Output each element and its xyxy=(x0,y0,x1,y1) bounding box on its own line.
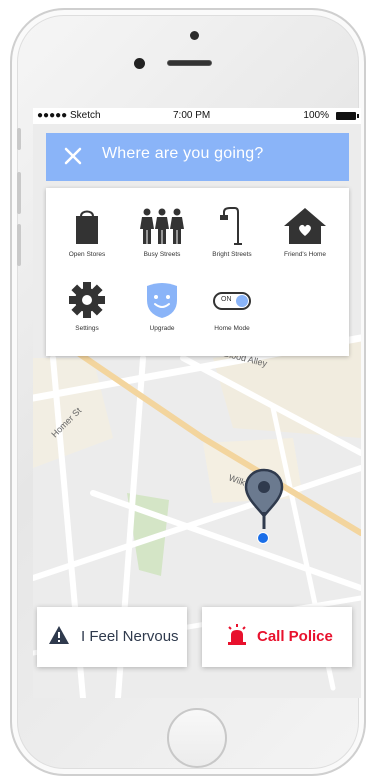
siren-icon xyxy=(228,624,246,645)
filter-open-stores[interactable]: Open Stores xyxy=(50,206,124,258)
toggle-knob xyxy=(236,295,248,307)
home-button[interactable] xyxy=(167,708,227,768)
earpiece-speaker xyxy=(167,60,212,66)
search-input[interactable]: Where are you going? xyxy=(102,145,263,163)
mute-switch xyxy=(17,128,21,150)
close-icon[interactable] xyxy=(60,143,86,169)
filter-label: Home Mode xyxy=(214,325,250,332)
status-bar: ●●●●● Sketch 7:00 PM 100% xyxy=(33,108,361,124)
gear-icon xyxy=(69,282,105,318)
filter-label: Open Stores xyxy=(68,251,106,258)
sensor-dot xyxy=(190,31,199,40)
volume-down-button xyxy=(17,224,21,266)
filter-panel: Open Stores Busy Streets Bright Streets … xyxy=(46,188,349,356)
filter-upgrade[interactable]: Upgrade xyxy=(125,280,199,332)
crowd-icon xyxy=(140,208,184,244)
app-screen: Homer St Wilkes St Blood Alley ●●●●● Ske… xyxy=(33,108,361,698)
feel-nervous-label: I Feel Nervous xyxy=(81,628,179,645)
toggle-state-label: ON xyxy=(221,296,232,303)
battery-icon xyxy=(336,112,359,120)
filter-busy-streets[interactable]: Busy Streets xyxy=(125,206,199,258)
filter-friends-home[interactable]: Friend's Home xyxy=(268,206,342,258)
filter-label: Settings xyxy=(75,325,99,332)
call-police-label: Call Police xyxy=(257,628,333,645)
home-mode-toggle[interactable]: ON xyxy=(213,292,251,310)
front-camera xyxy=(134,58,145,69)
carrier-label: ●●●●● Sketch xyxy=(37,110,101,121)
filter-settings[interactable]: Settings xyxy=(50,280,124,332)
filter-bright-streets[interactable]: Bright Streets xyxy=(195,206,269,258)
volume-up-button xyxy=(17,172,21,214)
feel-nervous-button[interactable]: I Feel Nervous xyxy=(37,607,187,667)
shield-smile-icon xyxy=(147,283,177,318)
status-time: 7:00 PM xyxy=(173,110,211,121)
battery-percent: 100% xyxy=(303,110,329,121)
home-heart-icon xyxy=(284,208,326,244)
filter-label: Friend's Home xyxy=(283,251,327,258)
filter-label: Bright Streets xyxy=(212,251,252,258)
filter-label: Busy Streets xyxy=(143,251,181,258)
call-police-button[interactable]: Call Police xyxy=(202,607,352,667)
filter-label: Upgrade xyxy=(149,325,175,332)
search-bar[interactable]: Where are you going? xyxy=(46,133,349,181)
shopping-bag-icon xyxy=(76,210,98,244)
current-location-dot xyxy=(257,532,269,544)
warning-icon xyxy=(49,626,69,644)
street-lamp-icon xyxy=(220,207,242,245)
filter-home-mode[interactable]: ON Home Mode xyxy=(195,280,269,332)
